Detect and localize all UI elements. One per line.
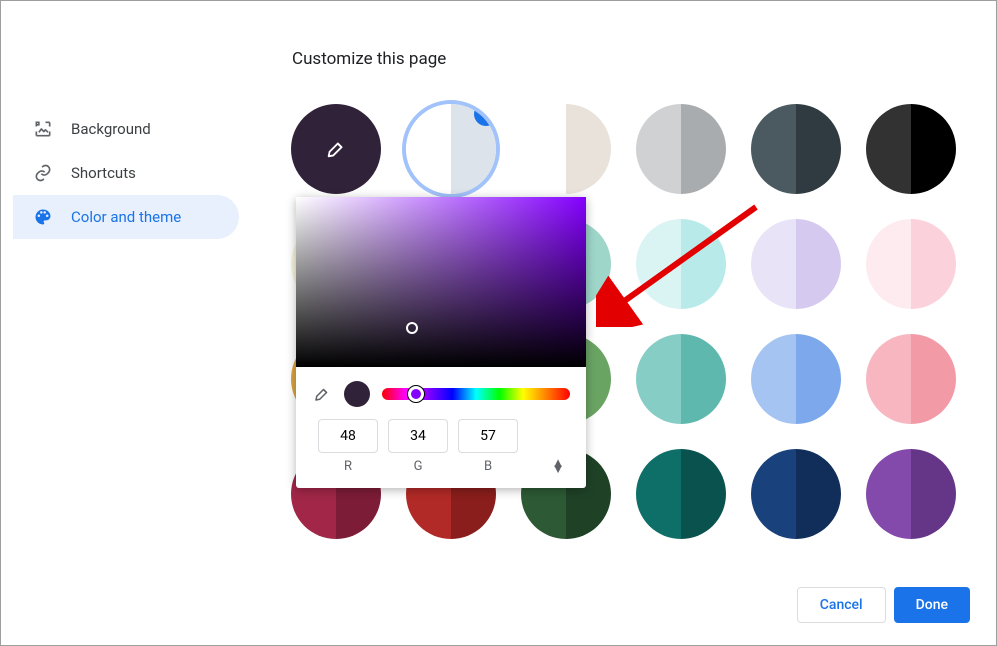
color-swatch[interactable] (636, 104, 726, 194)
b-input[interactable] (458, 419, 518, 453)
color-swatch[interactable] (406, 104, 496, 194)
sidebar-item-label: Shortcuts (71, 164, 136, 182)
sidebar-item-background[interactable]: Background (13, 107, 239, 151)
sidebar-item-shortcuts[interactable]: Shortcuts (13, 151, 239, 195)
color-swatch[interactable] (636, 334, 726, 424)
color-swatch[interactable] (751, 219, 841, 309)
cancel-button[interactable]: Cancel (797, 587, 886, 623)
color-swatch[interactable] (751, 449, 841, 539)
check-icon (474, 104, 496, 126)
r-label: R (318, 459, 378, 474)
eyedropper-icon[interactable] (312, 384, 332, 404)
wallpaper-icon (33, 119, 53, 139)
sidebar-item-label: Color and theme (71, 208, 181, 226)
color-mode-toggle[interactable]: ▲▼ (528, 461, 542, 473)
color-picker-popover: R G B ▲▼ (296, 197, 586, 488)
sv-cursor[interactable] (406, 322, 418, 334)
dialog-footer: Cancel Done (797, 587, 970, 623)
color-swatch[interactable] (751, 334, 841, 424)
color-swatch[interactable] (866, 219, 956, 309)
color-swatch[interactable] (866, 334, 956, 424)
hue-slider[interactable] (382, 388, 570, 400)
page-title: Customize this page (292, 49, 446, 69)
sidebar-item-color-theme[interactable]: Color and theme (13, 195, 239, 239)
b-label: B (458, 459, 518, 474)
link-icon (33, 163, 53, 183)
color-swatch[interactable] (521, 104, 611, 194)
hue-thumb[interactable] (408, 386, 424, 402)
sidebar: Background Shortcuts Color and theme (13, 107, 239, 239)
saturation-value-area[interactable] (296, 197, 586, 367)
done-button[interactable]: Done (894, 587, 970, 623)
color-swatch[interactable] (866, 449, 956, 539)
r-input[interactable] (318, 419, 378, 453)
g-input[interactable] (388, 419, 448, 453)
g-label: G (388, 459, 448, 474)
current-color-preview (344, 381, 370, 407)
sidebar-item-label: Background (71, 120, 151, 138)
customize-dialog: Customize this page Background Shortcuts (0, 0, 997, 646)
color-swatch[interactable] (636, 219, 726, 309)
palette-icon (33, 207, 53, 227)
color-swatch[interactable] (636, 449, 726, 539)
color-swatch[interactable] (291, 104, 381, 194)
color-swatch[interactable] (866, 104, 956, 194)
color-swatch[interactable] (751, 104, 841, 194)
